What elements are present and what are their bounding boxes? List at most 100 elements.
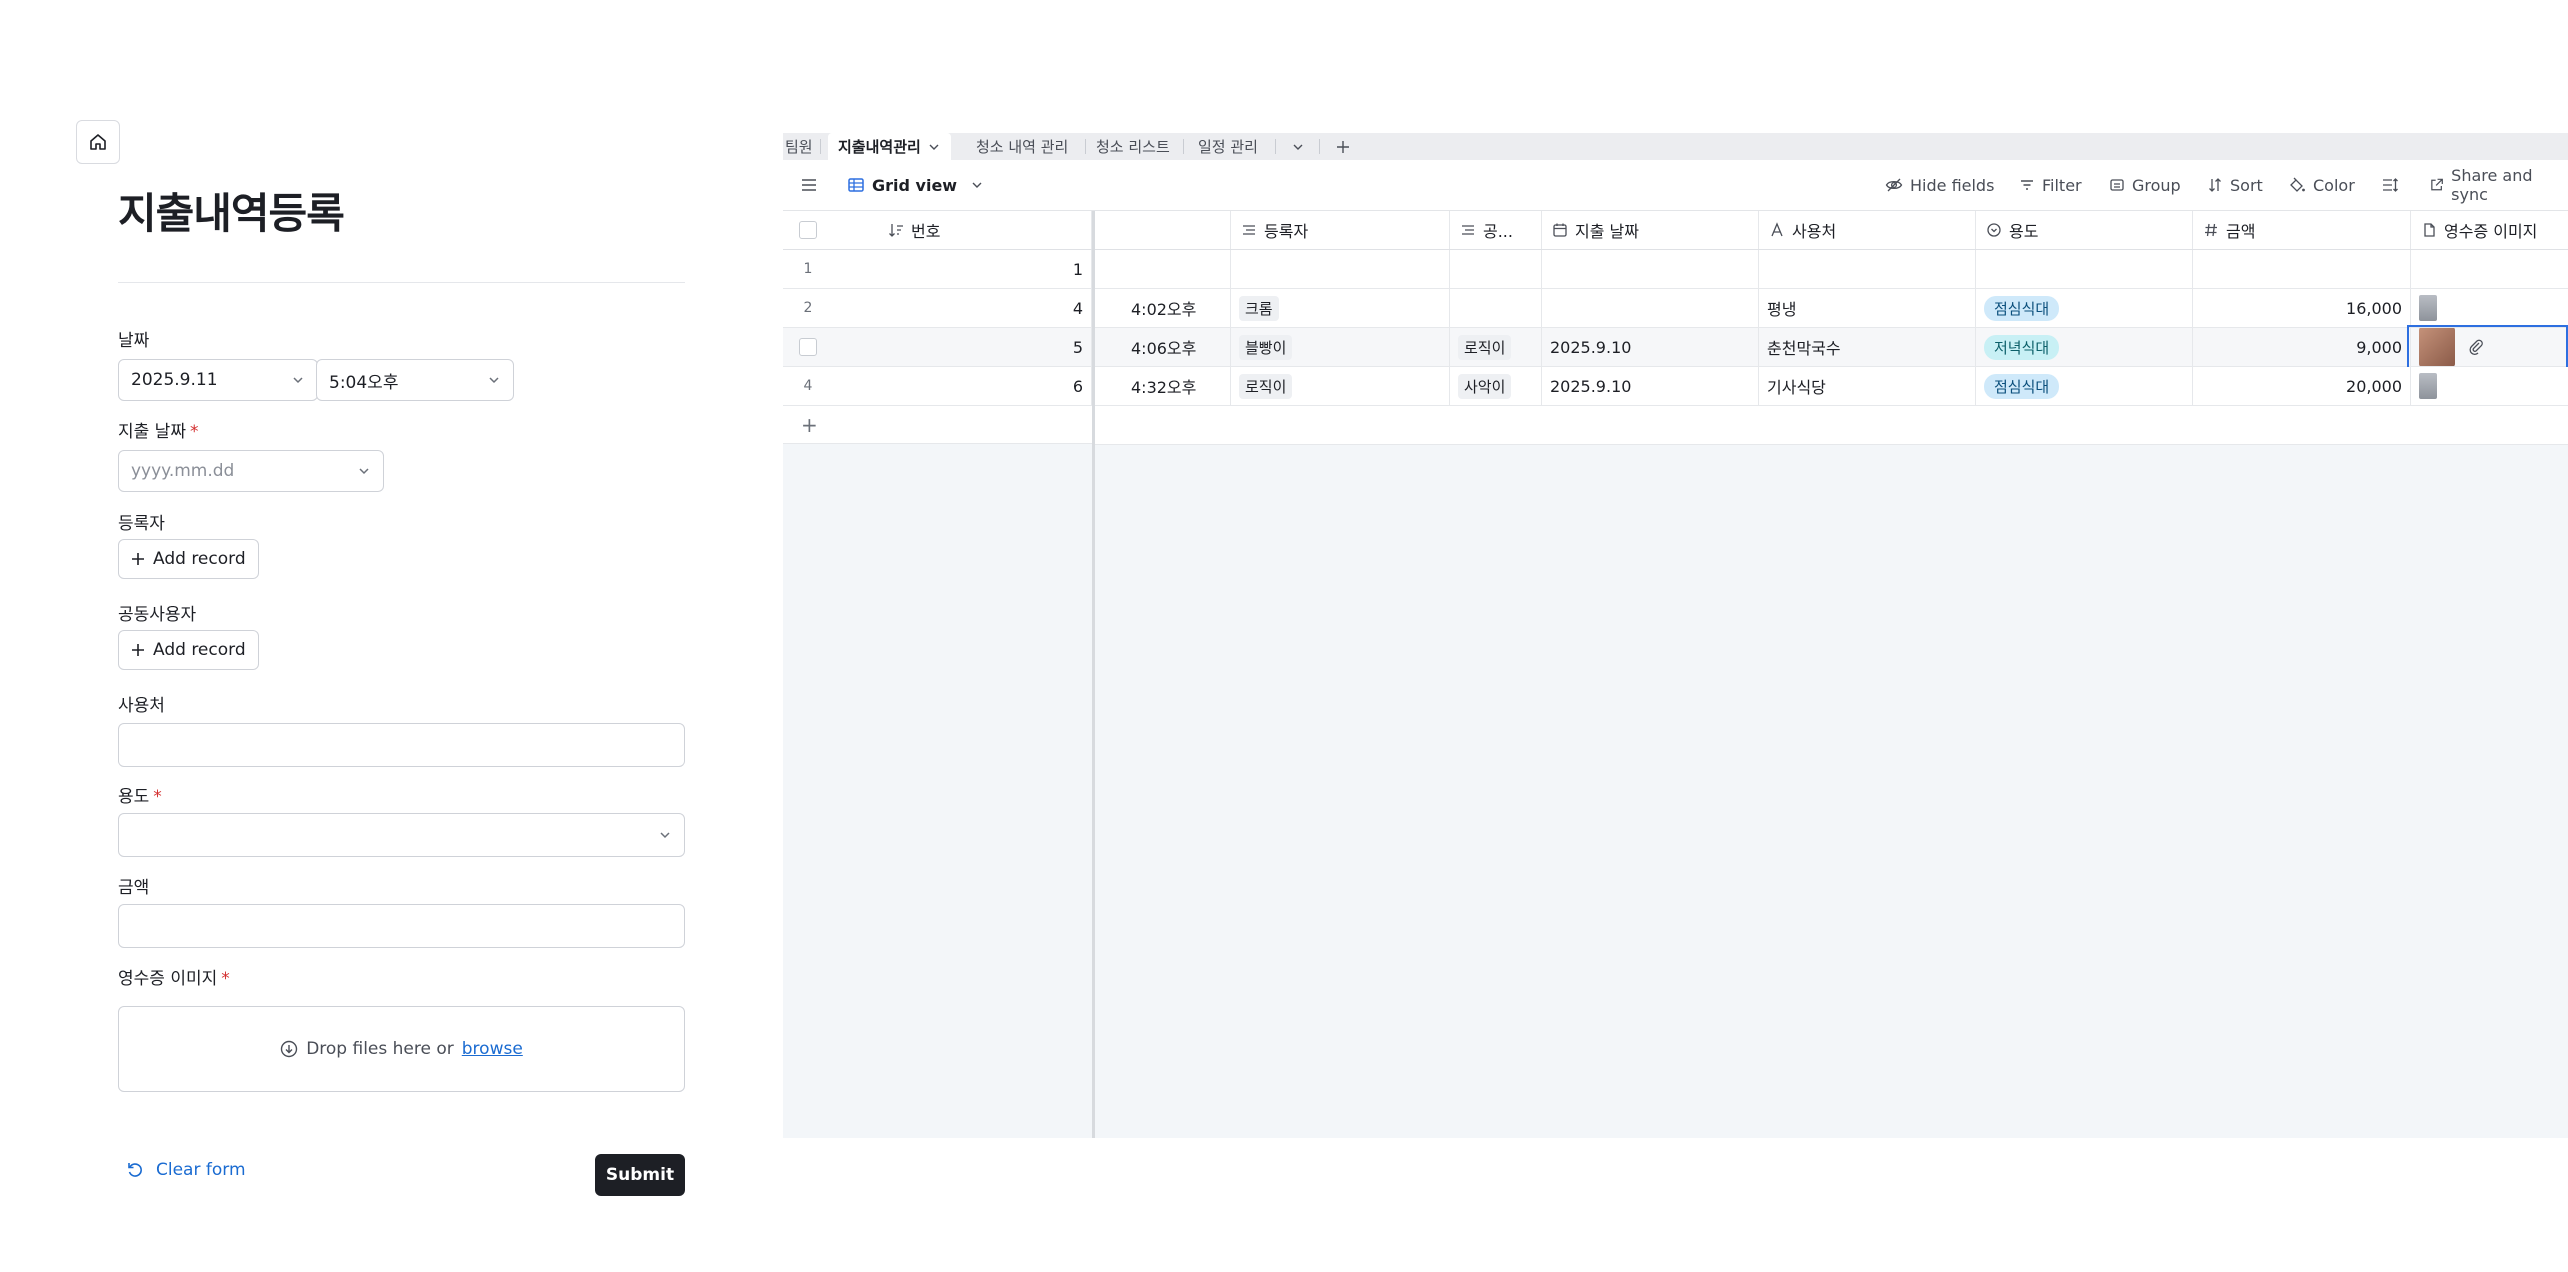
- place-label: 사용처: [118, 696, 165, 716]
- tab-cleaning-history[interactable]: 청소 내역 관리: [976, 133, 1068, 160]
- frozen-column-divider[interactable]: [1092, 211, 1095, 1138]
- color-button[interactable]: Color: [2288, 160, 2355, 210]
- record-chip[interactable]: 로직이: [1458, 334, 1512, 360]
- cell-receipt[interactable]: [2411, 289, 2568, 327]
- cell-number[interactable]: 6: [833, 367, 1092, 405]
- selected-cell-outline: [2407, 325, 2568, 369]
- column-header-co-user[interactable]: 공...: [1450, 211, 1542, 249]
- table-row[interactable]: 1 1: [783, 250, 2568, 289]
- add-row-button[interactable]: +: [783, 406, 1094, 444]
- table-row[interactable]: 4 6 4:32오후 로직이 사악이 2025.9.10 기사식당 점심식대 2…: [783, 367, 2568, 406]
- column-header-time[interactable]: [1095, 211, 1231, 249]
- cell-co-user[interactable]: [1450, 289, 1542, 327]
- tab-cleaning-list[interactable]: 청소 리스트: [1096, 133, 1170, 160]
- cell-place[interactable]: 기사식당: [1759, 367, 1976, 405]
- cell-place[interactable]: [1759, 250, 1976, 288]
- cell-amount[interactable]: 20,000: [2193, 367, 2411, 405]
- column-header-amount[interactable]: 금액: [2193, 211, 2411, 249]
- cell-registrant[interactable]: 크롬: [1231, 289, 1450, 327]
- cell-co-user[interactable]: [1450, 250, 1542, 288]
- column-header-expense-date[interactable]: 지출 날짜: [1542, 211, 1759, 249]
- row-checkbox[interactable]: [783, 328, 833, 366]
- cell-purpose[interactable]: 저녁식대: [1976, 328, 2193, 366]
- cell-purpose[interactable]: [1976, 250, 2193, 288]
- record-chip[interactable]: 사악이: [1458, 373, 1512, 399]
- cell-time[interactable]: 4:06오후: [1095, 328, 1231, 366]
- cell-expense-date[interactable]: 2025.9.10: [1542, 328, 1759, 366]
- cell-place[interactable]: 춘천막국수: [1759, 328, 1976, 366]
- add-registrant-button[interactable]: Add record: [118, 539, 259, 579]
- sort-descending-icon: [889, 224, 903, 237]
- tab-expense-management[interactable]: 지출내역관리: [828, 133, 951, 160]
- expense-date-input[interactable]: yyyy.mm.dd: [118, 450, 384, 492]
- column-header-place[interactable]: 사용처: [1759, 211, 1976, 249]
- browse-link[interactable]: browse: [462, 1039, 523, 1059]
- home-button[interactable]: [76, 120, 120, 164]
- cell-place[interactable]: 평냉: [1759, 289, 1976, 327]
- table-row[interactable]: 2 4 4:02오후 크롬 평냉 점심식대 16,000: [783, 289, 2568, 328]
- tab-schedule[interactable]: 일정 관리: [1198, 133, 1258, 160]
- cell-receipt[interactable]: [2411, 250, 2568, 288]
- view-toolbar: Grid view Hide fields Filter Group Sort …: [783, 160, 2568, 211]
- column-header-receipt[interactable]: 영수증 이미지: [2411, 211, 2568, 249]
- upload-icon: [281, 1040, 298, 1058]
- group-button[interactable]: Group: [2109, 160, 2181, 210]
- sidebar-toggle[interactable]: [800, 160, 818, 210]
- cell-number[interactable]: 5: [833, 328, 1092, 366]
- cell-time[interactable]: 4:02오후: [1095, 289, 1231, 327]
- tab-members[interactable]: 팀원: [785, 133, 813, 160]
- select-all-checkbox[interactable]: [783, 211, 833, 249]
- cell-purpose[interactable]: 점심식대: [1976, 289, 2193, 327]
- cell-number[interactable]: 1: [833, 250, 1092, 288]
- more-tables-button[interactable]: [1291, 133, 1305, 160]
- cell-co-user[interactable]: 로직이: [1450, 328, 1542, 366]
- column-header-number[interactable]: 번호: [833, 211, 1092, 249]
- filter-button[interactable]: Filter: [2019, 160, 2082, 210]
- column-header-purpose[interactable]: 용도: [1976, 211, 2193, 249]
- view-switcher[interactable]: Grid view: [847, 160, 984, 210]
- cell-expense-date[interactable]: 2025.9.10: [1542, 367, 1759, 405]
- table-tabs: 팀원 지출내역관리 청소 내역 관리 청소 리스트 일정 관리: [783, 133, 2568, 160]
- column-header-registrant[interactable]: 등록자: [1231, 211, 1450, 249]
- time-picker[interactable]: 5:04오후: [316, 359, 514, 401]
- clear-form-button[interactable]: Clear form: [126, 1160, 246, 1180]
- cell-registrant[interactable]: 로직이: [1231, 367, 1450, 405]
- cell-number[interactable]: 4: [833, 289, 1092, 327]
- cell-expense-date[interactable]: [1542, 289, 1759, 327]
- cell-co-user[interactable]: 사악이: [1450, 367, 1542, 405]
- hide-fields-button[interactable]: Hide fields: [1885, 160, 1994, 210]
- amount-label: 금액: [118, 878, 150, 898]
- purpose-pill: 점심식대: [1984, 295, 2060, 321]
- cell-amount[interactable]: 16,000: [2193, 289, 2411, 327]
- submit-button[interactable]: Submit: [595, 1154, 685, 1196]
- cell-amount[interactable]: 9,000: [2193, 328, 2411, 366]
- table-row[interactable]: 5 4:06오후 블빵이 로직이 2025.9.10 춘천막국수 저녁식대 9,…: [783, 325, 2568, 369]
- purpose-select[interactable]: [118, 813, 685, 857]
- cell-registrant[interactable]: [1231, 250, 1450, 288]
- receipt-thumbnail[interactable]: [2419, 295, 2437, 321]
- file-dropzone[interactable]: Drop files here or browse: [118, 1006, 685, 1092]
- chevron-down-icon: [660, 832, 670, 839]
- add-co-user-button[interactable]: Add record: [118, 630, 259, 670]
- cell-amount[interactable]: [2193, 250, 2411, 288]
- sort-button[interactable]: Sort: [2207, 160, 2263, 210]
- cell-time[interactable]: 4:32오후: [1095, 367, 1231, 405]
- receipt-thumbnail[interactable]: [2419, 373, 2437, 399]
- cell-receipt[interactable]: [2411, 367, 2568, 405]
- cell-expense-date[interactable]: [1542, 250, 1759, 288]
- record-chip[interactable]: 로직이: [1239, 373, 1293, 399]
- record-chip[interactable]: 블빵이: [1239, 334, 1293, 360]
- amount-input[interactable]: [118, 904, 685, 948]
- receipt-label: 영수증 이미지 *: [118, 969, 230, 989]
- attachment-field-icon: [2424, 223, 2435, 237]
- record-chip[interactable]: 크롬: [1239, 295, 1279, 321]
- place-input[interactable]: [118, 723, 685, 767]
- share-sync-button[interactable]: Share and sync: [2429, 160, 2568, 210]
- eye-off-icon: [1885, 178, 1903, 192]
- row-height-button[interactable]: [2381, 160, 2399, 210]
- add-table-button[interactable]: [1336, 133, 1350, 160]
- date-picker[interactable]: 2025.9.11: [118, 359, 318, 401]
- cell-time[interactable]: [1095, 250, 1231, 288]
- cell-purpose[interactable]: 점심식대: [1976, 367, 2193, 405]
- cell-registrant[interactable]: 블빵이: [1231, 328, 1450, 366]
